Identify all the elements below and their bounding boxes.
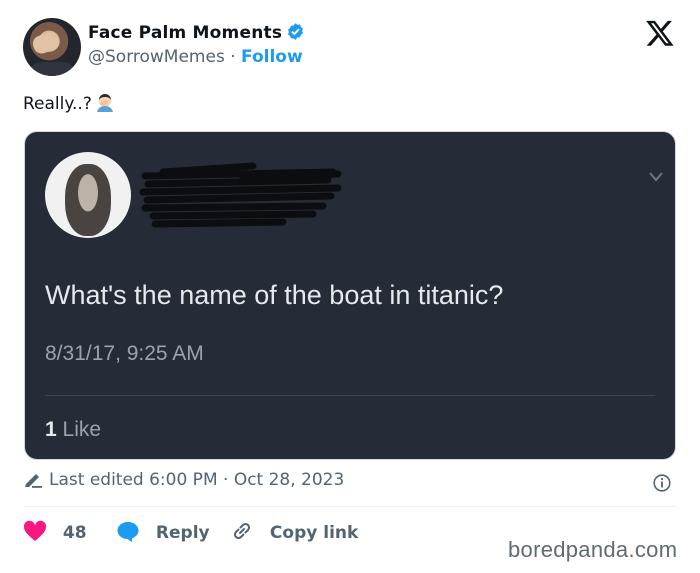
pencil-icon xyxy=(25,474,42,488)
embedded-screenshot[interactable]: What's the name of the boat in titanic? … xyxy=(24,131,676,460)
avatar-hand xyxy=(30,30,62,56)
embedded-likes: 1 Like xyxy=(45,418,101,442)
facepalm-emoji-icon xyxy=(96,94,113,112)
embedded-like-label: Like xyxy=(62,418,102,441)
embedded-avatar xyxy=(45,152,131,238)
avatar-suit xyxy=(29,62,75,76)
author-handle-row: @SorrowMemes · Follow xyxy=(88,47,303,67)
link-icon xyxy=(233,522,251,540)
verified-icon xyxy=(288,23,304,40)
author-avatar[interactable] xyxy=(23,18,81,76)
like-button[interactable]: 48 xyxy=(23,520,87,543)
author-name[interactable]: Face Palm Moments xyxy=(88,22,305,43)
redaction-scribble xyxy=(139,162,342,228)
like-count: 48 xyxy=(62,523,87,543)
display-name[interactable]: Face Palm Moments xyxy=(88,23,282,43)
reply-label: Reply xyxy=(155,523,210,543)
embedded-question: What's the name of the boat in titanic? xyxy=(45,280,504,310)
tweet-text-row: Really..? xyxy=(23,93,115,114)
chevron-down-icon[interactable] xyxy=(649,172,663,182)
edited-row: Last edited 6:00 PM · Oct 28, 2023 xyxy=(23,470,344,490)
embedded-avatar-face xyxy=(65,164,111,236)
reply-button[interactable]: Reply xyxy=(116,520,210,543)
x-logo-icon[interactable] xyxy=(645,18,675,48)
last-edited[interactable]: Last edited 6:00 PM · Oct 28, 2023 xyxy=(49,470,344,490)
heart-icon xyxy=(23,520,47,541)
watermark: boredpanda.com xyxy=(508,537,678,562)
embedded-divider xyxy=(45,395,655,396)
embedded-timestamp: 8/31/17, 9:25 AM xyxy=(45,342,204,365)
separator: · xyxy=(230,47,236,67)
actions-divider xyxy=(23,506,677,507)
copy-link-label: Copy link xyxy=(269,523,359,543)
info-icon[interactable] xyxy=(653,474,671,492)
follow-button[interactable]: Follow xyxy=(241,47,303,67)
author-handle[interactable]: @SorrowMemes xyxy=(88,47,225,67)
embedded-like-count: 1 xyxy=(45,418,57,441)
copy-link-button[interactable]: Copy link xyxy=(230,520,358,543)
tweet-text: Really..? xyxy=(23,94,92,114)
reply-icon xyxy=(117,522,139,542)
